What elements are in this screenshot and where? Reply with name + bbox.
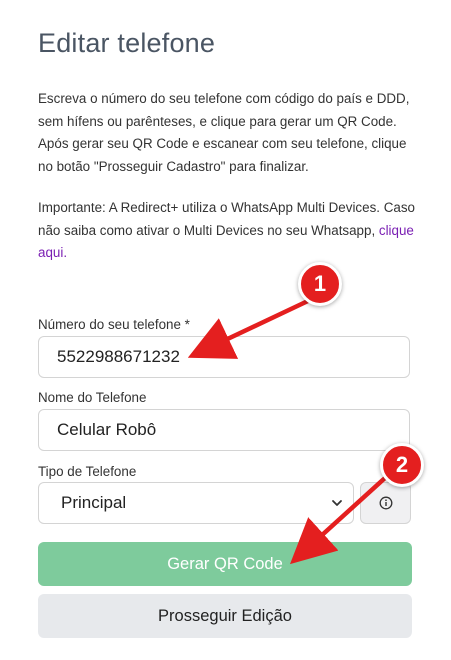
chevron-down-icon bbox=[332, 500, 342, 506]
info-icon bbox=[379, 496, 392, 510]
phone-input[interactable]: 5522988671232 bbox=[38, 336, 410, 378]
phone-label: Número do seu telefone * bbox=[38, 317, 190, 332]
proceed-button[interactable]: Prosseguir Edição bbox=[38, 594, 412, 638]
generate-qr-button[interactable]: Gerar QR Code bbox=[38, 542, 412, 586]
page-title: Editar telefone bbox=[38, 28, 216, 58]
annotation-badge-2: 2 bbox=[380, 443, 424, 487]
phone-name-input[interactable]: Celular Robô bbox=[38, 409, 410, 451]
phone-name-label: Nome do Telefone bbox=[38, 390, 147, 405]
phone-type-value: Principal bbox=[61, 493, 127, 512]
instructions-text: Escreva o número do seu telefone com cód… bbox=[38, 91, 410, 174]
phone-type-label: Tipo de Telefone bbox=[38, 464, 137, 479]
important-note: Importante: A Redirect+ utiliza o WhatsA… bbox=[38, 197, 418, 265]
phone-type-select[interactable]: Principal bbox=[38, 482, 354, 524]
important-text: Importante: A Redirect+ utiliza o WhatsA… bbox=[38, 200, 415, 238]
info-button[interactable] bbox=[360, 482, 411, 524]
annotation-badge-1: 1 bbox=[298, 262, 342, 306]
